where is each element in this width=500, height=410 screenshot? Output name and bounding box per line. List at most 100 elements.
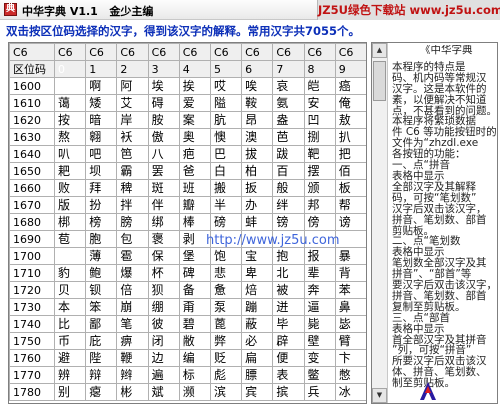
character-cell[interactable]: 币: [53, 332, 87, 350]
character-cell[interactable]: 鲍: [85, 264, 118, 282]
character-cell[interactable]: 包: [116, 230, 149, 248]
character-cell[interactable]: 般: [272, 179, 305, 197]
character-cell[interactable]: 氨: [272, 94, 305, 112]
character-cell[interactable]: 矮: [85, 94, 118, 112]
character-cell[interactable]: 臂: [334, 332, 366, 350]
character-cell[interactable]: 变: [303, 349, 336, 367]
character-cell[interactable]: 磅: [209, 213, 243, 231]
character-cell[interactable]: 倍: [116, 281, 149, 299]
character-cell[interactable]: 保: [147, 247, 180, 265]
character-cell[interactable]: 北: [272, 264, 305, 282]
character-cell[interactable]: 败: [53, 179, 87, 197]
character-cell[interactable]: 扒: [334, 128, 366, 146]
character-cell[interactable]: 膘: [241, 366, 274, 384]
character-cell[interactable]: 懊: [209, 128, 243, 146]
character-cell[interactable]: 庇: [85, 332, 118, 350]
character-cell[interactable]: 梆: [53, 213, 87, 231]
character-cell[interactable]: 挨: [178, 77, 211, 95]
character-cell[interactable]: 卞: [334, 349, 366, 367]
character-cell[interactable]: 辩: [85, 366, 118, 384]
character-cell[interactable]: 阿: [116, 77, 149, 95]
character-cell[interactable]: 鄙: [85, 315, 118, 333]
character-cell[interactable]: 袄: [116, 128, 149, 146]
character-cell[interactable]: 斑: [147, 179, 180, 197]
character-cell[interactable]: 案: [178, 111, 211, 129]
character-cell[interactable]: 鞭: [116, 349, 149, 367]
character-cell[interactable]: 辟: [272, 332, 305, 350]
character-cell[interactable]: 蔼: [53, 94, 87, 112]
character-cell[interactable]: 饱: [209, 247, 243, 265]
character-cell[interactable]: 毙: [303, 315, 336, 333]
character-cell[interactable]: 鞍: [241, 94, 274, 112]
character-cell[interactable]: 碑: [178, 264, 211, 282]
character-cell[interactable]: 暗: [85, 111, 118, 129]
character-cell[interactable]: 皑: [303, 77, 336, 95]
character-cell[interactable]: 搬: [209, 179, 243, 197]
character-cell[interactable]: 扮: [85, 196, 118, 214]
character-cell[interactable]: [53, 247, 87, 265]
scroll-up-icon[interactable]: ▲: [372, 43, 387, 58]
character-cell[interactable]: 耙: [53, 162, 87, 180]
character-cell[interactable]: 毕: [272, 315, 305, 333]
character-cell[interactable]: 巴: [209, 145, 243, 163]
character-cell[interactable]: 伴: [147, 196, 180, 214]
character-cell[interactable]: 必: [241, 332, 274, 350]
character-cell[interactable]: 瓣: [178, 196, 211, 214]
character-cell[interactable]: [53, 77, 87, 95]
character-cell[interactable]: 胞: [85, 230, 118, 248]
character-cell[interactable]: 稗: [116, 179, 149, 197]
character-cell[interactable]: 摈: [272, 383, 305, 401]
character-cell[interactable]: 苞: [53, 230, 87, 248]
character-cell[interactable]: 澳: [241, 128, 274, 146]
character-cell[interactable]: 痹: [116, 332, 149, 350]
character-cell[interactable]: [334, 230, 366, 248]
character-cell[interactable]: 绷: [147, 298, 180, 316]
character-cell[interactable]: 堡: [178, 247, 211, 265]
character-cell[interactable]: 卑: [241, 264, 274, 282]
character-cell[interactable]: 宾: [241, 383, 274, 401]
character-cell[interactable]: 崩: [116, 298, 149, 316]
character-cell[interactable]: 榜: [85, 213, 118, 231]
column-digit[interactable]: 0: [53, 60, 87, 78]
character-cell[interactable]: 吧: [85, 145, 118, 163]
character-cell[interactable]: 宝: [241, 247, 274, 265]
character-cell[interactable]: 遍: [147, 366, 180, 384]
character-cell[interactable]: 版: [53, 196, 87, 214]
character-cell[interactable]: 班: [178, 179, 211, 197]
character-cell[interactable]: 帮: [334, 196, 366, 214]
character-cell[interactable]: 辫: [116, 366, 149, 384]
character-cell[interactable]: 安: [303, 94, 336, 112]
character-cell[interactable]: 爱: [178, 94, 211, 112]
character-cell[interactable]: 奥: [178, 128, 211, 146]
character-cell[interactable]: 豹: [53, 264, 87, 282]
character-cell[interactable]: 避: [53, 349, 87, 367]
character-cell[interactable]: 谤: [334, 213, 366, 231]
character-cell[interactable]: 杯: [147, 264, 180, 282]
character-cell[interactable]: 瘪: [85, 383, 118, 401]
character-cell[interactable]: 肮: [209, 111, 243, 129]
character-cell[interactable]: 昂: [241, 111, 274, 129]
character-cell[interactable]: 岸: [116, 111, 149, 129]
character-cell[interactable]: 拜: [85, 179, 118, 197]
character-cell[interactable]: 贬: [209, 349, 243, 367]
character-cell[interactable]: 壁: [303, 332, 336, 350]
character-cell[interactable]: 邦: [303, 196, 336, 214]
character-cell[interactable]: 褒: [147, 230, 180, 248]
character-cell[interactable]: 佰: [334, 162, 366, 180]
character-cell[interactable]: 鼻: [334, 298, 366, 316]
character-cell[interactable]: 绊: [272, 196, 305, 214]
character-cell[interactable]: 苯: [334, 281, 366, 299]
character-cell[interactable]: 比: [53, 315, 87, 333]
character-cell[interactable]: 彪: [209, 366, 243, 384]
character-cell[interactable]: 陛: [85, 349, 118, 367]
help-scrollbar[interactable]: ▲ ▼: [372, 43, 388, 403]
character-cell[interactable]: 凹: [303, 111, 336, 129]
character-cell[interactable]: 半: [209, 196, 243, 214]
character-cell[interactable]: 盎: [272, 111, 305, 129]
character-cell[interactable]: 笆: [116, 145, 149, 163]
character-cell[interactable]: 蓖: [209, 315, 243, 333]
character-cell[interactable]: 本: [53, 298, 87, 316]
character-cell[interactable]: 跋: [272, 145, 305, 163]
character-cell[interactable]: 扁: [241, 349, 274, 367]
character-cell[interactable]: 编: [178, 349, 211, 367]
